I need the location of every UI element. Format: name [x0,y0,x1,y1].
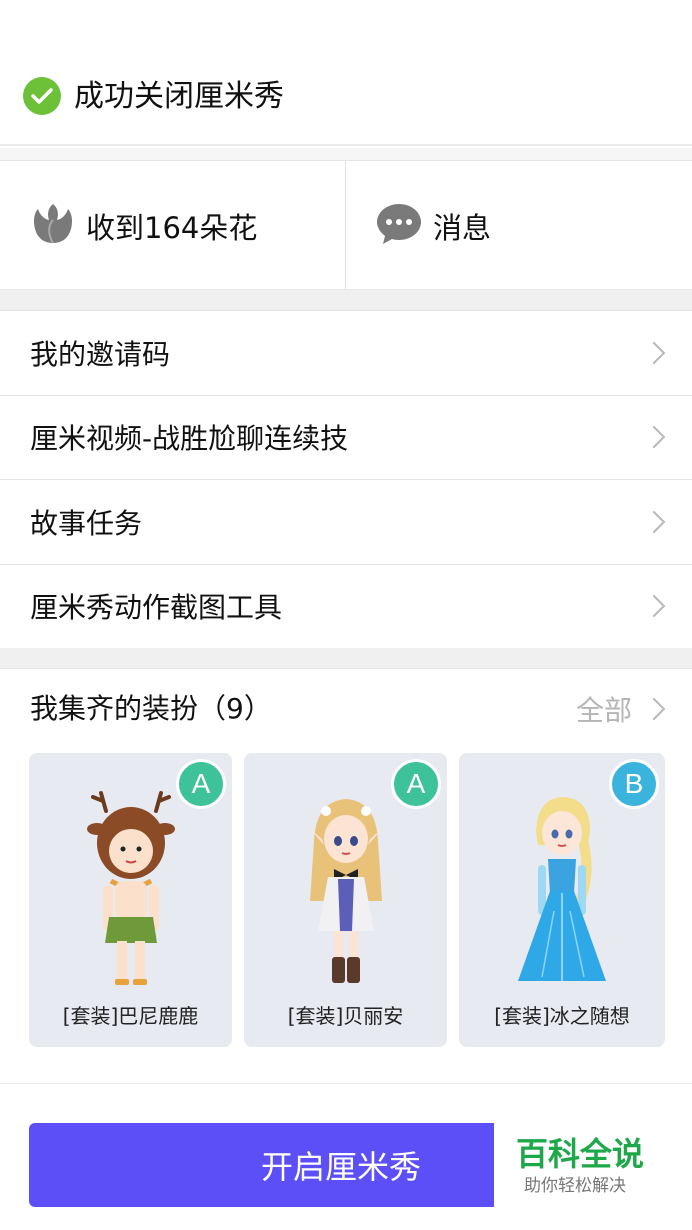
view-all-button[interactable]: 全部 [575,689,666,729]
menu-item-story-tasks[interactable]: 故事任务 [0,480,692,565]
message-icon [375,201,423,251]
outfits-section: 我集齐的装扮（9） 全部 A [套装]巴尼鹿鹿 A [套装]贝丽安 B [套装]… [0,668,692,1084]
menu-item-video[interactable]: 厘米视频-战胜尬聊连续技 [0,396,692,480]
menu-item-invite-code[interactable]: 我的邀请码 [0,311,692,396]
section-gap [0,648,692,668]
chevron-right-icon [642,341,666,365]
flowers-label: 收到164朵花 [86,211,258,245]
menu-item-label: 故事任务 [30,506,143,540]
toast-banner: 成功关闭厘米秀 [0,0,692,146]
outfits-title: 我集齐的装扮（9） [30,692,272,725]
chevron-right-icon [642,510,666,534]
flowers-received-button[interactable]: 收到164朵花 [30,161,257,291]
section-gap [0,290,692,310]
menu-item-label: 厘米秀动作截图工具 [30,591,283,625]
watermark-subtitle: 助你轻松解决 [524,1176,626,1196]
outfit-card[interactable]: A [29,753,232,1047]
messages-label: 消息 [433,211,492,245]
chevron-right-icon [642,697,666,721]
watermark-title: 百科全说 [516,1135,645,1173]
stats-row: 收到164朵花 消息 [0,160,692,291]
menu-item-label: 厘米视频-战胜尬聊连续技 [30,422,349,456]
menu-item-label: 我的邀请码 [30,337,171,371]
outfit-name: [套装]冰之随想 [494,1004,630,1028]
check-circle-icon [23,77,61,115]
outfit-name: [套装]巴尼鹿鹿 [62,1004,199,1028]
view-all-label: 全部 [575,694,632,727]
outfit-figure [244,781,447,991]
messages-button[interactable]: 消息 [375,161,491,291]
flower-icon [30,201,76,251]
menu-list: 我的邀请码 厘米视频-战胜尬聊连续技 故事任务 厘米秀动作截图工具 [0,310,692,649]
chevron-right-icon [642,425,666,449]
stat-divider [345,161,346,291]
outfit-figure [29,781,232,991]
outfit-card[interactable]: A [244,753,447,1047]
outfit-figure [459,781,665,991]
toast-message: 成功关闭厘米秀 [74,79,284,114]
outfit-name: [套装]贝丽安 [287,1004,404,1028]
menu-item-screenshot-tool[interactable]: 厘米秀动作截图工具 [0,565,692,649]
chevron-right-icon [642,594,666,618]
divider [0,148,692,160]
watermark-logo: 百科全说 助你轻松解决 [494,1123,670,1207]
outfit-card[interactable]: B [套装]冰之随想 [459,753,665,1047]
enable-cmshow-label: 开启厘米秀 [260,1148,421,1186]
